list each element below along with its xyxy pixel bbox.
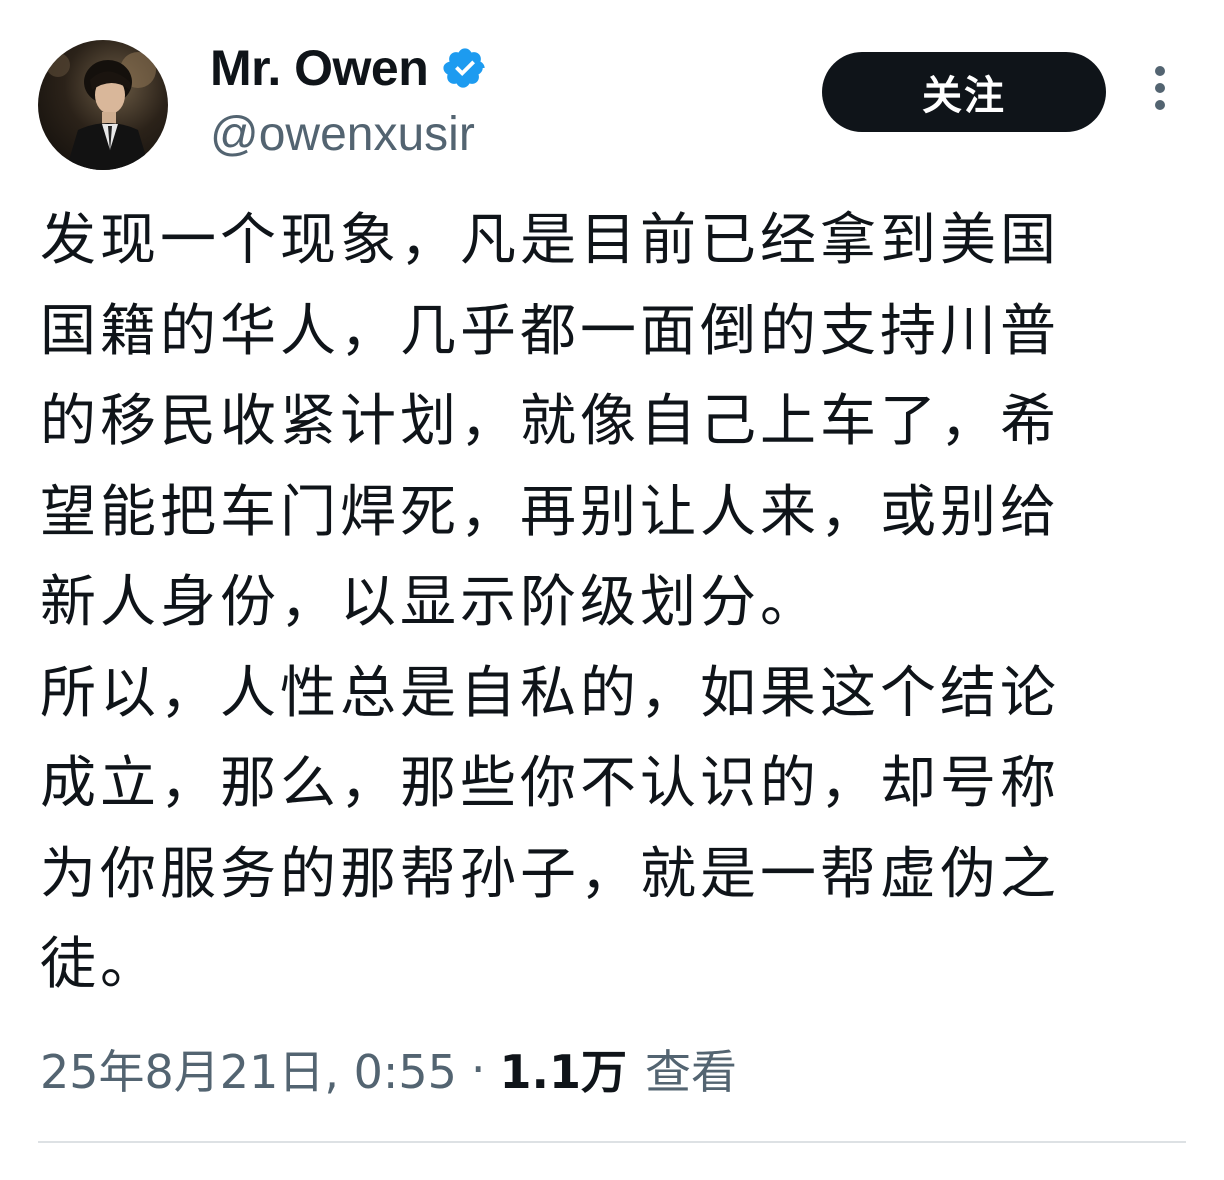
tweet-text-line: 望能把车门焊死，再别让人来，或别给 bbox=[40, 479, 1060, 545]
more-vertical-icon[interactable] bbox=[1140, 66, 1180, 122]
display-name[interactable]: Mr. Owen bbox=[210, 38, 429, 98]
tweet-text-line: 的移民收紧计划，就像自己上车了，希 bbox=[40, 389, 1060, 454]
tweet-text-line: 新人身份，以显示阶级划分。 bbox=[40, 570, 820, 635]
name-row: Mr. Owen bbox=[210, 38, 488, 98]
author-info: Mr. Owen @owenxusir bbox=[210, 38, 488, 164]
tweet-text: 发现一个现象，凡是目前已经拿到美国 国籍的华人，几乎都一面倒的支持川普 的移民收… bbox=[40, 196, 1140, 1011]
tweet: Mr. Owen @owenxusir 关注 发现一个现象，凡是目前已经拿到美国… bbox=[0, 0, 1224, 1180]
separator-dot: · bbox=[470, 1042, 486, 1096]
tweet-text-line: 发现一个现象，凡是目前已经拿到美国 bbox=[40, 208, 1060, 273]
verified-badge-icon[interactable] bbox=[442, 45, 488, 91]
tweet-text-line: 为你服务的那帮孙子，就是一帮虚伪之 bbox=[40, 841, 1060, 907]
user-handle[interactable]: @owenxusir bbox=[210, 106, 488, 164]
divider bbox=[38, 1141, 1186, 1143]
tweet-text-line: 徒。 bbox=[40, 932, 160, 997]
tweet-text-line: 所以，人性总是自私的，如果这个结论 bbox=[40, 660, 1060, 726]
views-label: 查看 bbox=[645, 1045, 737, 1099]
follow-button[interactable]: 关注 bbox=[822, 52, 1106, 132]
views-count[interactable]: 1.1万 bbox=[500, 1036, 628, 1102]
tweet-meta: 25年8月21日, 0:55 · 1.1万 查看 bbox=[40, 1034, 737, 1104]
tweet-text-line: 成立，那么，那些你不认识的，却号称 bbox=[40, 751, 1060, 816]
tweet-text-line: 国籍的华人，几乎都一面倒的支持川普 bbox=[40, 298, 1060, 364]
avatar[interactable] bbox=[38, 40, 168, 170]
timestamp[interactable]: 25年8月21日, 0:55 bbox=[40, 1036, 457, 1102]
